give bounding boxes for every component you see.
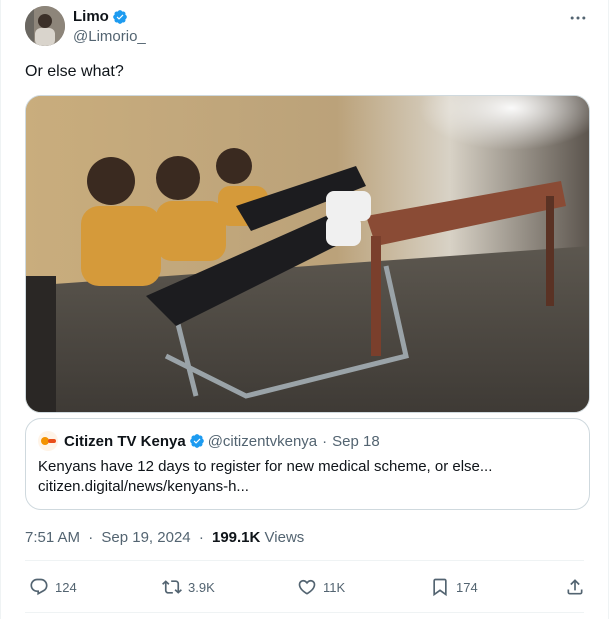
quote-date: Sep 18 — [332, 432, 380, 450]
retweet-icon — [162, 580, 182, 594]
bookmark-count: 174 — [456, 579, 478, 595]
quote-link[interactable]: citizen.digital/news/kenyans-h... — [38, 477, 578, 497]
like-count: 11K — [323, 579, 346, 595]
tweet-text: Or else what? — [25, 63, 124, 80]
more-options-button[interactable] — [566, 6, 590, 30]
heart-icon — [298, 579, 316, 595]
avatar[interactable] — [25, 6, 65, 46]
meta-separator: · — [198, 529, 204, 546]
reply-button[interactable]: 124 — [29, 574, 77, 600]
verified-badge-icon — [113, 10, 127, 24]
views-count: 199.1K — [211, 529, 261, 546]
meta-separator: · — [88, 529, 94, 546]
reply-count: 124 — [55, 579, 77, 595]
views-label: Views — [264, 529, 305, 546]
bookmark-button[interactable]: 174 — [430, 574, 478, 600]
retweet-count: 3.9K — [188, 579, 215, 595]
tweet-media-image[interactable] — [25, 95, 590, 413]
reply-icon — [30, 578, 48, 596]
quote-avatar — [38, 431, 58, 451]
quote-separator: · — [322, 432, 328, 450]
author-handle[interactable]: @Limorio_ — [73, 27, 146, 47]
author-display-name[interactable]: Limo — [73, 8, 109, 26]
quote-handle: @citizentvkenya — [207, 432, 318, 450]
author-block: Limo @Limorio_ — [73, 8, 146, 47]
like-button[interactable]: 11K — [297, 574, 345, 600]
quote-text: Kenyans have 12 days to register for new… — [38, 458, 493, 475]
more-horizontal-icon — [570, 16, 586, 20]
quoted-tweet[interactable]: Citizen TV Kenya @citizentvkenya · Sep 1… — [25, 418, 590, 510]
tweet-time[interactable]: 7:51 AM — [25, 529, 80, 546]
share-icon — [567, 579, 583, 595]
classroom-photo — [26, 96, 589, 412]
tweet-header: Limo @Limorio_ — [25, 6, 596, 50]
retweet-button[interactable]: 3.9K — [162, 574, 215, 600]
tweet-date[interactable]: Sep 19, 2024 — [101, 529, 190, 546]
action-bar: 124 3.9K 11K 174 — [25, 574, 589, 600]
divider — [25, 560, 584, 561]
verified-badge-icon — [189, 434, 204, 448]
quote-display-name: Citizen TV Kenya — [64, 432, 186, 450]
tweet-meta: 7:51 AM · Sep 19, 2024 · 199.1K Views — [25, 528, 304, 548]
bookmark-icon — [433, 578, 447, 597]
share-button[interactable] — [565, 574, 585, 600]
tweet-card: Limo @Limorio_ Or else what? Citizen TV … — [0, 0, 609, 619]
divider — [25, 612, 584, 613]
